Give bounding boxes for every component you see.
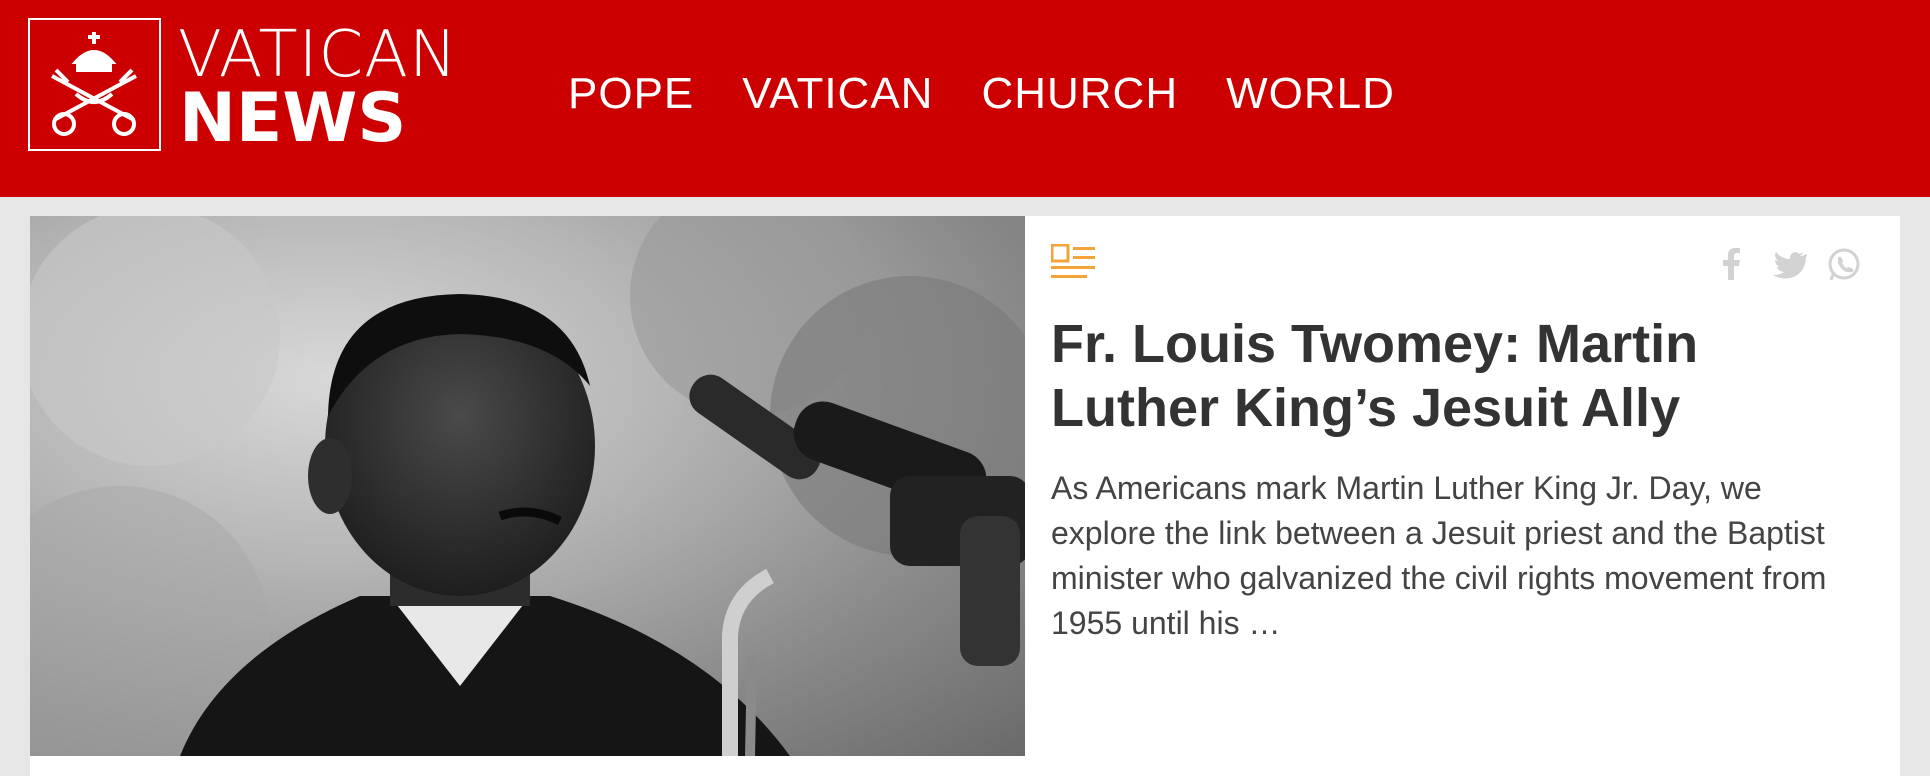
- nav-item-pope[interactable]: POPE: [568, 66, 694, 122]
- article-summary: As Americans mark Martin Luther King Jr.…: [1051, 470, 1827, 641]
- share-buttons: [1713, 246, 1863, 284]
- article-title[interactable]: Fr. Louis Twomey: Martin Luther King’s J…: [1051, 312, 1871, 440]
- twitter-icon[interactable]: [1769, 246, 1809, 284]
- article-card[interactable]: Fr. Louis Twomey: Martin Luther King’s J…: [30, 216, 1900, 776]
- article-content: Fr. Louis Twomey: Martin Luther King’s J…: [1050, 216, 1881, 756]
- whatsapp-icon[interactable]: [1825, 246, 1863, 284]
- facebook-icon[interactable]: [1713, 246, 1751, 284]
- papal-emblem-icon: [28, 18, 161, 151]
- nav-item-church[interactable]: CHURCH: [981, 66, 1178, 122]
- vatican-news-logo[interactable]: VATICAN NEWS: [28, 18, 478, 158]
- site-header: VATICAN NEWS POPE VATICAN CHURCH WORLD: [0, 0, 1930, 197]
- logo-text-news: NEWS: [179, 79, 407, 158]
- main-nav: POPE VATICAN CHURCH WORLD: [568, 66, 1443, 122]
- nav-item-vatican[interactable]: VATICAN: [742, 66, 933, 122]
- nav-item-world[interactable]: WORLD: [1226, 66, 1395, 122]
- article-list-icon: [1050, 243, 1097, 282]
- article-photo[interactable]: [30, 216, 1025, 756]
